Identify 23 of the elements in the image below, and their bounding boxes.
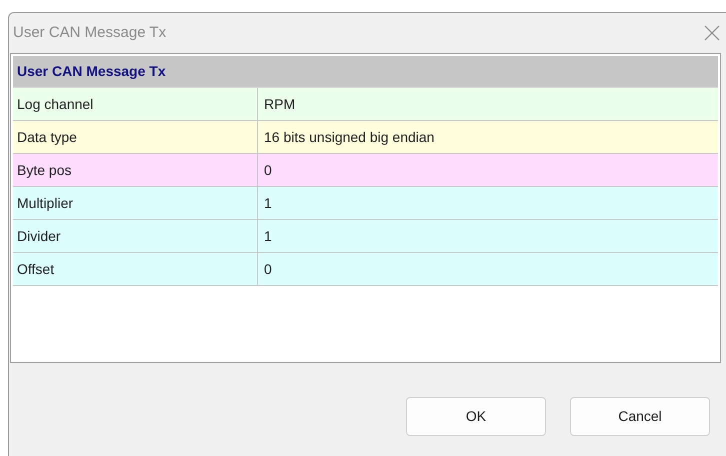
property-label: Data type — [13, 121, 258, 153]
grid-header: User CAN Message Tx — [13, 56, 718, 88]
property-label: Log channel — [13, 88, 258, 120]
dialog-button[interactable]: Cancel — [570, 397, 710, 436]
property-value: 16 bits unsigned big endian — [263, 128, 436, 147]
dialog-button[interactable]: OK — [406, 397, 546, 436]
property-row[interactable]: Divider 1 — [13, 220, 718, 253]
property-label: Offset — [13, 253, 258, 285]
property-label: Divider — [13, 220, 258, 252]
property-row[interactable]: Byte pos 0 — [13, 154, 718, 187]
window-title: User CAN Message Tx — [13, 22, 166, 43]
property-label: Multiplier — [13, 187, 258, 219]
property-row[interactable]: Data type 16 bits unsigned big endian — [13, 121, 718, 154]
close-icon[interactable] — [704, 25, 720, 41]
property-row[interactable]: Offset 0 — [13, 253, 718, 286]
property-value: 1 — [263, 226, 273, 246]
property-value: RPM — [263, 94, 296, 114]
property-value: 0 — [263, 160, 273, 180]
property-label: Byte pos — [13, 154, 258, 186]
property-row[interactable]: Log channel RPM — [13, 88, 718, 121]
property-value: 0 — [263, 260, 273, 278]
property-row[interactable]: Multiplier 1 — [13, 187, 718, 220]
property-value: 1 — [263, 194, 273, 212]
